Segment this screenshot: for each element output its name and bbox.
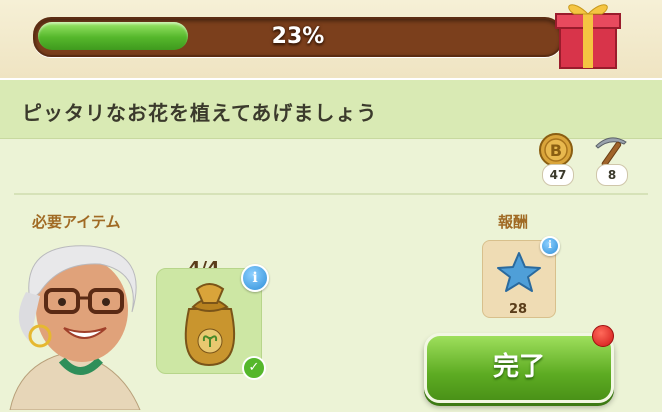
complete-button[interactable]: 完了 [424,333,614,403]
quest-progress-bar: 23% [33,17,563,57]
svg-text:B: B [550,141,562,160]
quest-description: ピッタリなお花を植えてあげましょう [22,101,378,125]
progress-percentage: 23% [271,24,325,49]
reward-count: 28 [508,302,528,317]
coin-count: 47 [542,164,574,186]
character-portrait [9,245,141,410]
resource-coin: B 47 [536,132,576,186]
section-divider [14,193,648,195]
gift-box-icon[interactable] [552,0,624,70]
required-items-label: 必要アイテム [32,213,121,231]
checkmark-icon: ✓ [242,356,266,380]
resource-pickaxe: 8 [590,132,630,186]
pickaxe-count: 8 [596,164,628,186]
required-item-info-button[interactable]: i [241,264,269,292]
reward-label: 報酬 [498,213,529,231]
reward-info-button[interactable]: i [540,236,560,256]
notification-dot [592,325,614,347]
